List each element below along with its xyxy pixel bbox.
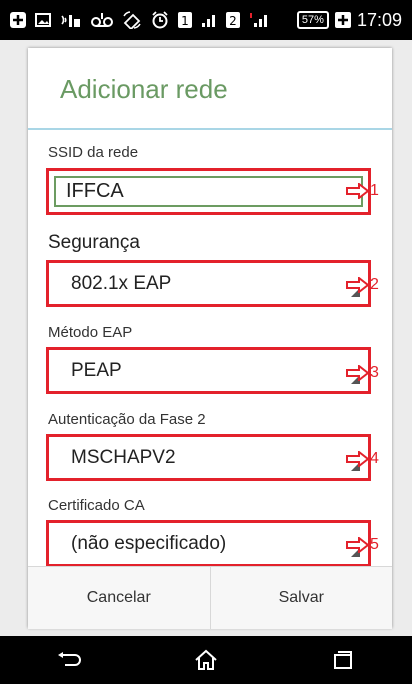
callout-3: 3 (346, 364, 379, 382)
battery-icon: 57% (296, 11, 329, 29)
annotation-box-3: PEAP (46, 347, 371, 394)
signal-bars-icon (201, 12, 217, 28)
callout-number: 2 (370, 276, 379, 293)
status-icons: 1 2 (0, 11, 297, 29)
status-right: 57% 17:09 (296, 9, 412, 31)
navigation-bar (0, 636, 412, 684)
clock: 17:09 (356, 9, 402, 30)
eap-method-value: PEAP (71, 359, 122, 381)
voicemail-icon (91, 12, 113, 28)
arrow-right-icon (346, 365, 370, 381)
phase2-label: Autenticação da Fase 2 (48, 411, 206, 428)
security-value: 802.1x EAP (71, 272, 172, 294)
charging-icon (334, 12, 351, 28)
status-bar: 1 2 57% 17:09 (0, 0, 412, 40)
phase2-dropdown[interactable]: MSCHAPV2 (53, 440, 364, 475)
callout-1: 1 (346, 182, 379, 200)
svg-text:1: 1 (181, 14, 189, 28)
arrow-right-icon (346, 537, 370, 553)
security-dropdown[interactable]: 802.1x EAP (53, 266, 364, 301)
cancel-button[interactable]: Cancelar (28, 567, 210, 629)
eap-method-dropdown[interactable]: PEAP (53, 353, 364, 388)
ssid-input[interactable]: IFFCA (54, 176, 363, 207)
callout-2: 2 (346, 276, 379, 294)
callout-number: 5 (370, 536, 379, 553)
dialog-title: Adicionar rede (60, 74, 228, 104)
callout-number: 4 (370, 450, 379, 467)
save-button[interactable]: Salvar (211, 567, 393, 629)
title-divider (28, 128, 392, 130)
arrow-right-icon (346, 277, 370, 293)
sim2-icon: 2 (226, 12, 240, 28)
callout-4: 4 (346, 450, 379, 468)
battery-percent: 57% (301, 14, 324, 26)
signal-icon (60, 12, 82, 28)
annotation-box-1: IFFCA (46, 168, 371, 215)
ca-cert-value: (não especificado) (71, 532, 227, 554)
phase2-value: MSCHAPV2 (71, 446, 176, 468)
callout-number: 3 (370, 364, 379, 381)
dialog-button-row: Cancelar Salvar (28, 566, 392, 629)
callout-5: 5 (346, 536, 379, 554)
image-icon (35, 13, 51, 27)
annotation-box-2: 802.1x EAP (46, 260, 371, 307)
ssid-label: SSID da rede (48, 144, 139, 161)
sim1-icon: 1 (178, 12, 192, 28)
arrow-right-icon (346, 183, 370, 199)
svg-text:2: 2 (229, 14, 237, 28)
ca-cert-label: Certificado CA (48, 497, 145, 514)
arrow-right-icon (346, 451, 370, 467)
eap-method-label: Método EAP (48, 324, 133, 341)
callout-number: 1 (370, 182, 379, 199)
signal-bars-icon (249, 12, 267, 28)
plus-box-icon (10, 12, 26, 28)
annotation-box-5: (não especificado) (46, 520, 371, 567)
alarm-icon (151, 11, 169, 29)
back-icon[interactable] (49, 640, 89, 680)
annotation-box-4: MSCHAPV2 (46, 434, 371, 481)
rotation-icon (122, 11, 142, 29)
security-label: Segurança (48, 232, 140, 253)
add-network-dialog: Adicionar rede SSID da rede IFFCA Segura… (28, 48, 392, 629)
home-icon[interactable] (186, 640, 226, 680)
ca-cert-dropdown[interactable]: (não especificado) (53, 526, 364, 561)
recent-apps-icon[interactable] (323, 640, 363, 680)
